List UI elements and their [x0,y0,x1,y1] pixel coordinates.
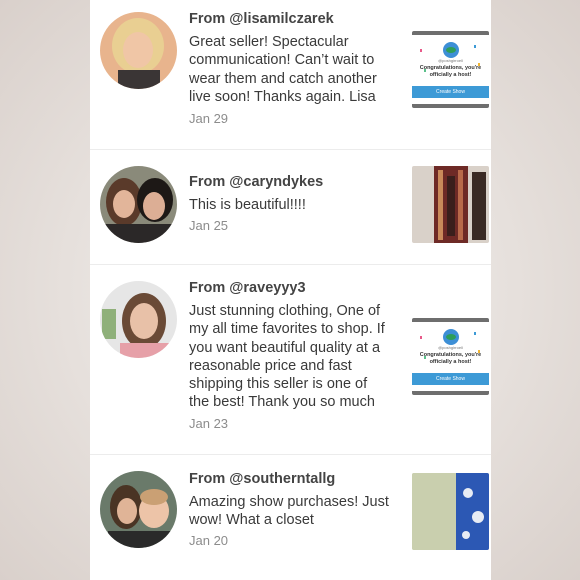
love-notes-list: From @lisamilczarek Great seller! Specta… [90,0,491,580]
product-photo [412,166,489,243]
reviewer-handle[interactable]: From @lisamilczarek [189,11,334,27]
reviewer-handle[interactable]: From @caryndykes [189,174,323,190]
review-item[interactable]: From @lisamilczarek Great seller! Specta… [90,0,491,150]
reviewer-avatar[interactable] [100,12,177,89]
product-photo [412,473,489,550]
host-handle: @poshgirroell [438,345,463,350]
create-show-button: Create Show [412,86,489,98]
review-thumbnail[interactable] [412,166,489,243]
host-message: Congratulations, you're officially a hos… [419,352,482,365]
create-show-button: Create Show [412,373,489,385]
host-card: @poshgirroell Congratulations, you're of… [412,31,489,108]
review-date: Jan 23 [189,416,229,431]
review-date: Jan 20 [189,533,229,548]
review-date: Jan 29 [189,111,229,126]
review-thumbnail[interactable] [412,473,489,550]
poshmark-logo-icon [443,329,459,345]
review-text: This is beautiful!!!! [189,197,306,213]
reviewer-handle[interactable]: From @southerntallg [189,471,335,487]
review-item[interactable]: From @southerntallg Amazing show purchas… [90,455,491,580]
reviewer-avatar[interactable] [100,471,177,548]
review-item[interactable]: From @caryndykes This is beautiful!!!! J… [90,150,491,265]
host-handle: @poshgirroell [438,58,463,63]
review-thumbnail[interactable]: @poshgirroell Congratulations, you're of… [412,31,489,108]
reviewer-avatar[interactable] [100,281,177,358]
reviewer-avatar[interactable] [100,166,177,243]
review-text: Great seller! Spectacular communication!… [189,34,377,105]
review-date: Jan 25 [189,218,229,233]
poshmark-logo-icon [443,42,459,58]
host-message: Congratulations, you're officially a hos… [419,65,482,78]
host-card: @poshgirroell Congratulations, you're of… [412,318,489,395]
reviewer-handle[interactable]: From @raveyyy3 [189,280,306,296]
review-item[interactable]: From @raveyyy3 Just stunning clothing, O… [90,265,491,455]
review-thumbnail[interactable]: @poshgirroell Congratulations, you're of… [412,318,489,395]
review-text: Amazing show purchases! Just wow! What a… [189,494,389,529]
review-text: Just stunning clothing, One of my all ti… [189,303,385,411]
